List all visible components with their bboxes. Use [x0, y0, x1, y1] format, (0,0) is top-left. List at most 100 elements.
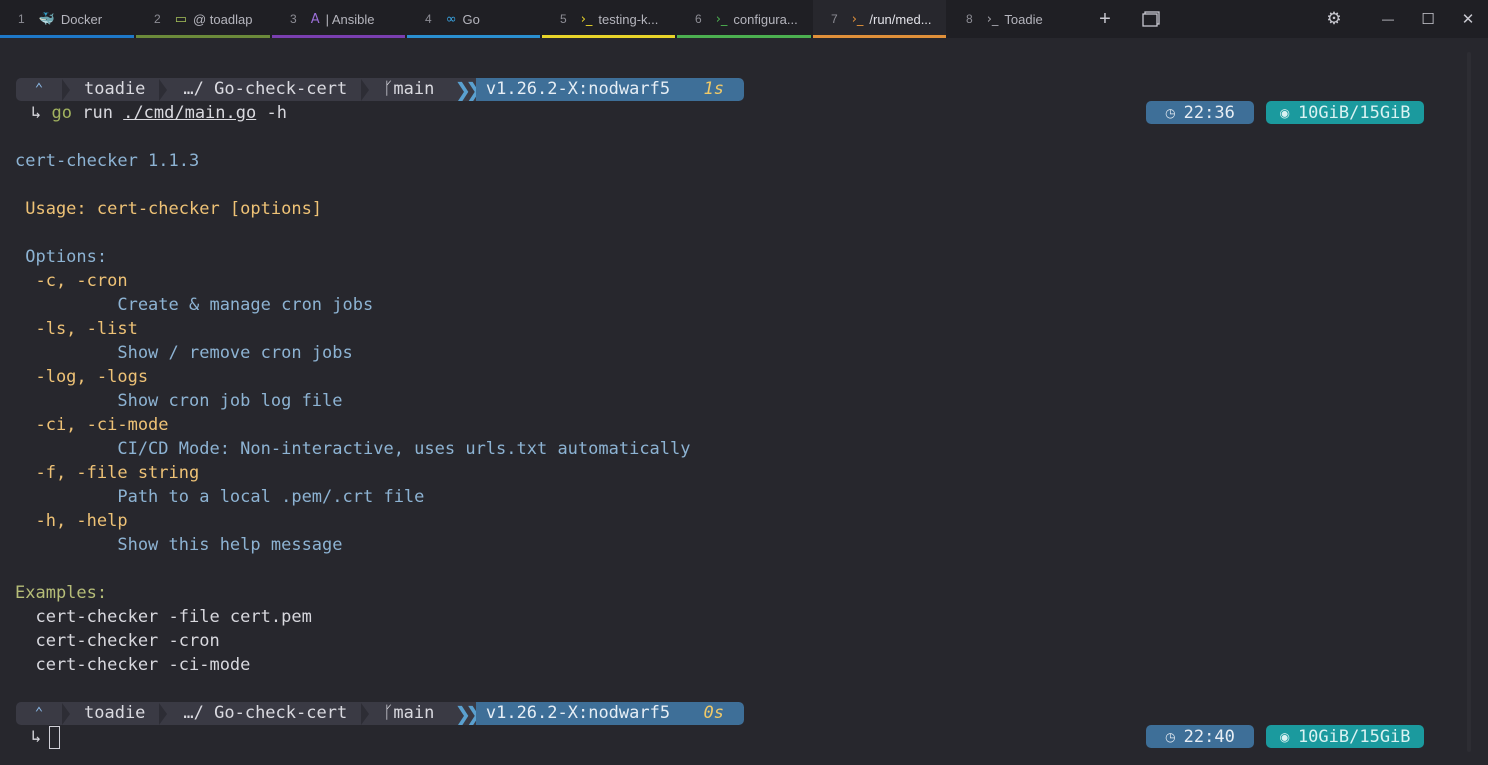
- command-duration: 0s: [703, 703, 724, 723]
- output-examples-header: Examples:: [15, 583, 108, 603]
- prompt-memory: ◉ 10GiB/15GiB: [1266, 725, 1424, 748]
- terminal-icon: ›_: [851, 11, 864, 27]
- example-line: cert-checker -file cert.pem: [15, 607, 312, 627]
- prompt-separator: [62, 702, 70, 725]
- tab-label: Go: [462, 11, 480, 27]
- option-flag: -ls, -list: [15, 319, 138, 339]
- prompt-user: toadie: [84, 703, 146, 723]
- command-subcommand: run: [71, 103, 124, 123]
- clock-icon: ◷: [1165, 105, 1176, 120]
- tab-label: Toadie: [1004, 11, 1043, 27]
- option-description: Create & manage cron jobs: [15, 295, 374, 315]
- os-icon: ⌃: [34, 705, 44, 721]
- option-flag: -f, -file string: [15, 463, 200, 483]
- tab-label: configura...: [733, 11, 798, 27]
- output-usage: Usage: cert-checker [options]: [15, 199, 323, 219]
- tab-bar: 1 🐳 Docker 2 ▭ @ toadlap 3 A | Ansible 4…: [0, 0, 1488, 38]
- prompt-separator: [361, 702, 370, 725]
- minimize-icon: —: [1382, 12, 1394, 26]
- prompt-separator: [159, 78, 168, 101]
- tab-number: 8: [966, 12, 973, 26]
- output-title: cert-checker 1.1.3: [15, 151, 200, 171]
- git-branch-icon: ᚴ: [383, 79, 394, 99]
- tab-testing[interactable]: 5 ›_ testing-k...: [542, 0, 675, 38]
- git-branch-icon: ᚴ: [383, 703, 394, 723]
- output-options-header: Options:: [15, 247, 108, 267]
- option-description: CI/CD Mode: Non-interactive, uses urls.t…: [15, 439, 691, 459]
- monitor-icon: ▭: [174, 11, 187, 27]
- prompt-git: ᚴ main: [369, 702, 448, 725]
- prompt-time: 22:40: [1183, 726, 1235, 747]
- os-icon: ⌃: [34, 81, 44, 97]
- command-duration: 1s: [703, 79, 724, 99]
- tab-label: @ toadlap: [192, 11, 253, 27]
- tab-overview-icon: [1142, 11, 1160, 27]
- tab-label: testing-k...: [598, 11, 659, 27]
- shell-prompt: ⌃ toadie …/ Go-check-cert ᚴ main ❯❯ v1.2…: [16, 78, 744, 101]
- prompt-user: toadie: [84, 79, 146, 99]
- close-button[interactable]: ✕: [1448, 0, 1488, 38]
- minimize-button[interactable]: —: [1368, 0, 1408, 38]
- clock-icon: ◷: [1165, 729, 1176, 744]
- go-version: v1.26.2-X:nodwarf5: [485, 79, 671, 99]
- input-line[interactable]: ↳: [31, 725, 61, 749]
- option-flag: -ci, -ci-mode: [15, 415, 169, 435]
- command-flag: -h: [256, 103, 287, 123]
- prompt-memory: ◉ 10GiB/15GiB: [1266, 101, 1424, 124]
- tab-toadie[interactable]: 8 ›_ Toadie: [948, 0, 1081, 38]
- tab-number: 5: [560, 12, 567, 26]
- prompt-go-version: v1.26.2-X:nodwarf5 1s: [475, 78, 744, 101]
- tab-switcher-button[interactable]: [1131, 0, 1171, 38]
- tab-ansible[interactable]: 3 A | Ansible: [272, 0, 405, 38]
- maximize-button[interactable]: ☐: [1408, 0, 1448, 38]
- memory-icon: ◉: [1279, 729, 1290, 744]
- tab-docker[interactable]: 1 🐳 Docker: [0, 0, 134, 38]
- terminal-icon: ›_: [986, 11, 999, 27]
- prompt-path: …/ Go-check-cert: [183, 703, 348, 723]
- shell-prompt: ⌃ toadie …/ Go-check-cert ᚴ main ❯❯ v1.2…: [16, 702, 744, 725]
- command-name: go: [51, 103, 72, 123]
- prompt-go-version: v1.26.2-X:nodwarf5 0s: [475, 702, 744, 725]
- tab-number: 3: [290, 12, 297, 26]
- option-flag: -c, -cron: [15, 271, 128, 291]
- command-path: ./cmd/main.go: [123, 103, 257, 123]
- tab-number: 1: [18, 12, 25, 26]
- new-tab-button[interactable]: +: [1085, 0, 1125, 38]
- maximize-icon: ☐: [1421, 10, 1435, 28]
- tab-toadlap[interactable]: 2 ▭ @ toadlap: [136, 0, 270, 38]
- go-icon: ∞: [445, 11, 457, 27]
- gear-icon: ⚙: [1326, 9, 1342, 29]
- terminal-icon: ›_: [580, 11, 593, 27]
- ansible-icon: A: [310, 11, 320, 27]
- prompt-clock: ◷ 22:36: [1146, 101, 1254, 124]
- go-version: v1.26.2-X:nodwarf5: [485, 703, 671, 723]
- memory-usage: 10GiB/15GiB: [1297, 102, 1411, 123]
- prompt-separator: [159, 702, 168, 725]
- tab-configuration[interactable]: 6 ›_ configura...: [677, 0, 811, 38]
- terminal-icon: ›_: [715, 11, 728, 27]
- git-branch: main: [393, 703, 435, 723]
- tab-label: Docker: [60, 11, 103, 27]
- continuation-arrow: ↳: [31, 727, 42, 747]
- tab-number: 6: [695, 12, 702, 26]
- prompt-chevron: ❯❯: [454, 78, 481, 101]
- prompt-separator: [62, 78, 70, 101]
- tab-label: | Ansible: [325, 11, 375, 27]
- prompt-git: ᚴ main: [369, 78, 448, 101]
- prompt-separator: [361, 78, 370, 101]
- docker-icon: 🐳: [38, 11, 55, 27]
- memory-usage: 10GiB/15GiB: [1297, 726, 1411, 747]
- option-description: Show this help message: [15, 535, 343, 555]
- option-description: Show / remove cron jobs: [15, 343, 353, 363]
- command-line: ↳ go run ./cmd/main.go -h: [31, 101, 287, 125]
- example-line: cert-checker -cron: [15, 631, 220, 651]
- option-flag: -log, -logs: [15, 367, 149, 387]
- settings-button[interactable]: ⚙: [1314, 0, 1354, 38]
- tab-run-media[interactable]: 7 ›_ /run/med...: [813, 0, 946, 38]
- memory-icon: ◉: [1279, 105, 1290, 120]
- terminal-area[interactable]: ⌃ toadie …/ Go-check-cert ᚴ main ❯❯ v1.2…: [15, 38, 1488, 765]
- example-line: cert-checker -ci-mode: [15, 655, 251, 675]
- prompt-clock: ◷ 22:40: [1146, 725, 1254, 748]
- tab-number: 7: [831, 12, 838, 26]
- tab-go[interactable]: 4 ∞ Go: [407, 0, 540, 38]
